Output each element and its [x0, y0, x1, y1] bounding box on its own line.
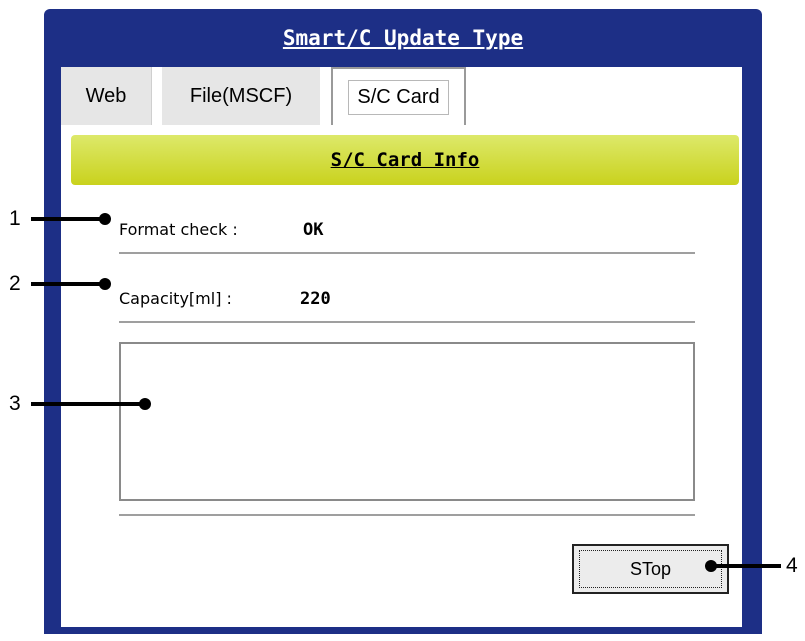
update-type-window: Smart/C Update Type Web File(MSCF) S/C C…: [44, 9, 762, 634]
tab-file-mscf[interactable]: File(MSCF): [162, 67, 320, 125]
section-title: S/C Card Info: [330, 149, 480, 171]
format-check-label: Format check :: [119, 220, 238, 239]
message-area: [119, 342, 695, 501]
tab-bar: Web File(MSCF) S/C Card: [61, 67, 742, 125]
stop-button-label: STop: [629, 558, 672, 579]
capacity-label: Capacity[ml] :: [119, 289, 232, 308]
callout-number-4: 4: [786, 554, 798, 577]
capacity-value: 220: [300, 289, 331, 309]
stop-button[interactable]: STop: [572, 544, 729, 594]
format-check-row: Format check : OK: [119, 210, 695, 254]
title-bar: Smart/C Update Type: [44, 9, 762, 67]
tab-web[interactable]: Web: [61, 67, 152, 125]
tab-sc-card[interactable]: S/C Card: [331, 67, 466, 125]
tab-web-label: Web: [85, 84, 127, 107]
callout-number-2: 2: [9, 272, 21, 295]
stop-button-focus: STop: [579, 550, 722, 588]
section-header: S/C Card Info: [71, 135, 739, 185]
divider: [119, 514, 695, 516]
content-panel: Web File(MSCF) S/C Card S/C Card Info Fo…: [61, 67, 742, 627]
callout-number-1: 1: [9, 207, 21, 230]
tab-sc-card-label: S/C Card: [348, 79, 449, 115]
tab-file-label: File(MSCF): [189, 84, 293, 107]
callout-number-3: 3: [9, 392, 21, 415]
format-check-value: OK: [303, 220, 324, 240]
window-title: Smart/C Update Type: [282, 26, 524, 50]
capacity-row: Capacity[ml] : 220: [119, 279, 695, 323]
